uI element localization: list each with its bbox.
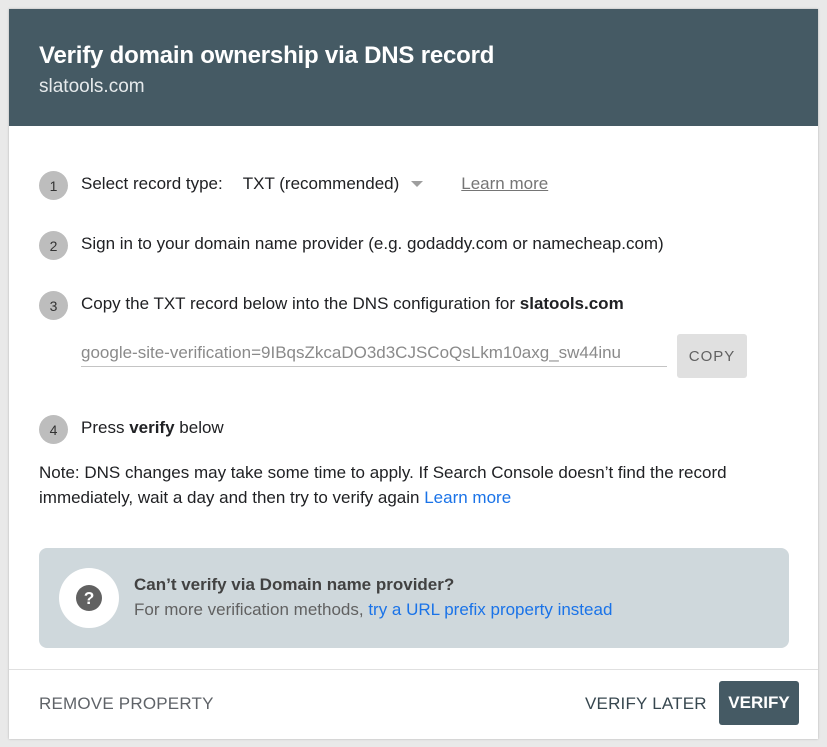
- help-text-prefix: For more verification methods,: [134, 600, 369, 619]
- dialog-header: Verify domain ownership via DNS record s…: [9, 9, 818, 126]
- record-type-select[interactable]: TXT (recommended): [243, 174, 424, 194]
- verify-keyword: verify: [129, 418, 175, 437]
- dialog-title: Verify domain ownership via DNS record: [39, 42, 495, 69]
- note-text: Note: DNS changes may take some time to …: [39, 463, 727, 507]
- step-2: 2 Sign in to your domain name provider (…: [39, 229, 664, 260]
- remove-property-button[interactable]: REMOVE PROPERTY: [39, 694, 214, 714]
- dialog-content: 1 Select record type: TXT (recommended) …: [9, 126, 818, 669]
- dialog-subtitle: slatools.com: [39, 76, 145, 97]
- step-number: 3: [39, 291, 68, 320]
- step-4: 4 Press verify below: [39, 413, 224, 444]
- txt-record-row: google-site-verification=9IBqsZkcaDO3d3C…: [81, 334, 747, 378]
- note-learn-more-link[interactable]: Learn more: [424, 488, 511, 507]
- txt-record-field[interactable]: google-site-verification=9IBqsZkcaDO3d3C…: [81, 334, 667, 367]
- record-type-value: TXT (recommended): [242, 174, 400, 193]
- learn-more-link[interactable]: Learn more: [461, 174, 548, 194]
- question-circle-icon: ?: [76, 585, 102, 611]
- dialog-footer: REMOVE PROPERTY VERIFY LATER VERIFY: [9, 669, 818, 739]
- step-number: 1: [39, 171, 68, 200]
- svg-text:?: ?: [84, 588, 95, 608]
- step-text: Copy the TXT record below into the DNS c…: [81, 294, 624, 314]
- domain-name: slatools.com: [519, 294, 624, 313]
- step-text: Sign in to your domain name provider (e.…: [81, 234, 664, 253]
- help-icon-circle: ?: [59, 568, 119, 628]
- url-prefix-link[interactable]: try a URL prefix property instead: [368, 600, 612, 619]
- step-text-prefix: Copy the TXT record below into the DNS c…: [81, 294, 520, 313]
- step-number: 2: [39, 231, 68, 260]
- help-text: For more verification methods, try a URL…: [134, 600, 612, 620]
- step-1: 1 Select record type: TXT (recommended) …: [39, 169, 548, 200]
- dns-note: Note: DNS changes may take some time to …: [39, 460, 779, 510]
- verify-button[interactable]: VERIFY: [719, 681, 799, 725]
- step-label: Select record type:: [81, 174, 223, 193]
- step-text-prefix: Press: [81, 418, 130, 437]
- help-title: Can’t verify via Domain name provider?: [134, 575, 455, 594]
- verify-dns-dialog: Verify domain ownership via DNS record s…: [9, 9, 818, 739]
- verify-later-button[interactable]: VERIFY LATER: [585, 694, 707, 714]
- step-number: 4: [39, 415, 68, 444]
- copy-button[interactable]: COPY: [677, 334, 747, 378]
- step-text: Press verify below: [81, 418, 224, 438]
- step-3: 3 Copy the TXT record below into the DNS…: [39, 289, 624, 320]
- chevron-down-icon: [411, 181, 424, 187]
- alternate-method-box: ? Can’t verify via Domain name provider?…: [39, 548, 789, 648]
- step-text-suffix: below: [174, 418, 224, 437]
